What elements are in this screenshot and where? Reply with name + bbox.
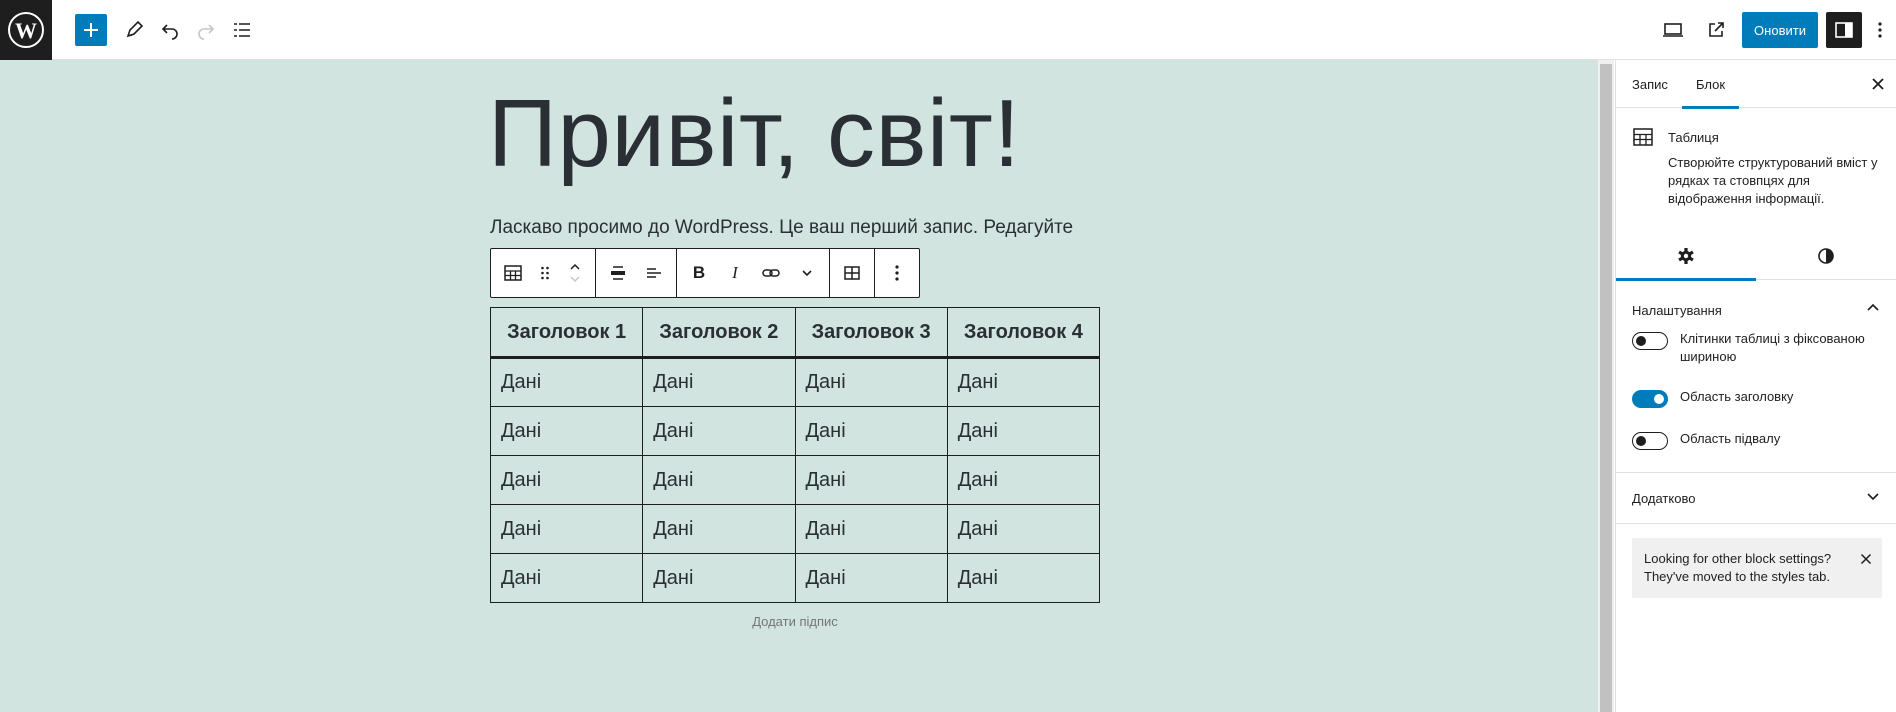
header-section-toggle-row: Область заголовку: [1632, 388, 1892, 408]
settings-panel-title: Налаштування: [1632, 302, 1722, 318]
wide-align-icon[interactable]: [600, 249, 636, 297]
table-cell[interactable]: Дані: [489, 504, 644, 554]
table-cell[interactable]: Дані: [946, 504, 1101, 554]
table-cell[interactable]: Дані: [946, 455, 1101, 505]
settings-panel-header[interactable]: Налаштування: [1616, 286, 1896, 334]
table-caption-placeholder[interactable]: Додати підпис: [490, 614, 1100, 629]
canvas-scrollbar[interactable]: [1598, 60, 1614, 712]
editor-top-bar: W Оновити: [0, 0, 1896, 60]
chevron-down-icon: [1865, 488, 1881, 507]
table-cell[interactable]: Дані: [794, 504, 948, 554]
panel-divider: [1616, 523, 1896, 524]
block-type-group: [491, 249, 596, 297]
block-toolbar: B I: [490, 248, 920, 298]
panel-divider: [1616, 472, 1896, 473]
more-formats-chevron-down-icon[interactable]: [789, 249, 825, 297]
table-row: Дані Дані Дані Дані: [489, 504, 1101, 554]
table-cell[interactable]: Дані: [489, 553, 644, 603]
link-icon[interactable]: [753, 249, 789, 297]
edit-table-icon[interactable]: [834, 249, 870, 297]
block-card-title: Таблиця: [1668, 130, 1719, 145]
table-cell[interactable]: Дані: [489, 455, 644, 505]
table-header-row: Заголовок 1 Заголовок 2 Заголовок 3 Заго…: [489, 307, 1101, 359]
table-cell[interactable]: Дані: [946, 553, 1101, 603]
tab-block[interactable]: Блок: [1682, 60, 1740, 109]
table-cell[interactable]: Дані: [642, 504, 796, 554]
styles-moved-notice: Looking for other block settings? They'v…: [1632, 538, 1882, 598]
preview-desktop-icon[interactable]: [1655, 12, 1691, 48]
fixed-width-cells-toggle[interactable]: [1632, 332, 1668, 350]
table-cell[interactable]: Дані: [946, 406, 1101, 456]
table-row: Дані Дані Дані Дані: [489, 357, 1101, 407]
alignment-group: [596, 249, 677, 297]
header-section-label: Область заголовку: [1680, 389, 1794, 404]
italic-icon[interactable]: I: [717, 249, 753, 297]
settings-sidebar: Запис Блок Таблиця Створюйте структурова…: [1615, 60, 1896, 712]
table-header-cell[interactable]: Заголовок 3: [794, 307, 948, 359]
bold-icon[interactable]: B: [681, 249, 717, 297]
table-edit-group: [830, 249, 875, 297]
format-group: B I: [677, 249, 830, 297]
footer-section-toggle-row: Область підвалу: [1632, 430, 1892, 450]
document-overview-icon[interactable]: [224, 12, 260, 48]
table-cell[interactable]: Дані: [946, 357, 1101, 407]
table-row: Дані Дані Дані Дані: [489, 406, 1101, 456]
edit-tool-pencil-icon[interactable]: [116, 12, 152, 48]
update-button[interactable]: Оновити: [1742, 12, 1818, 48]
footer-section-toggle[interactable]: [1632, 432, 1668, 450]
scrollbar-thumb[interactable]: [1600, 64, 1612, 712]
footer-section-label: Область підвалу: [1680, 431, 1781, 446]
add-block-button[interactable]: [75, 14, 107, 46]
table-cell[interactable]: Дані: [642, 357, 796, 407]
table-cell[interactable]: Дані: [642, 553, 796, 603]
wordpress-logo-icon[interactable]: W: [0, 0, 52, 60]
notice-text: Looking for other block settings? They'v…: [1644, 551, 1832, 584]
more-options-icon[interactable]: [1866, 12, 1894, 48]
header-section-toggle[interactable]: [1632, 390, 1668, 408]
table-cell[interactable]: Дані: [642, 406, 796, 456]
view-post-external-icon[interactable]: [1698, 12, 1734, 48]
post-paragraph[interactable]: Ласкаво просимо до WordPress. Це ваш пер…: [490, 217, 1073, 239]
table-row: Дані Дані Дані Дані: [489, 455, 1101, 505]
fixed-width-toggle-row: Клітинки таблиці з фіксованою шириною: [1632, 330, 1892, 366]
move-up-down-icon[interactable]: [559, 249, 591, 297]
settings-sidebar-toggle-icon[interactable]: [1826, 12, 1862, 48]
table-cell[interactable]: Дані: [794, 357, 948, 407]
post-title[interactable]: Привіт, світ!: [488, 86, 1020, 182]
data-table: Заголовок 1 Заголовок 2 Заголовок 3 Заго…: [489, 307, 1101, 603]
advanced-panel-header[interactable]: Додатково: [1616, 474, 1896, 522]
text-align-left-icon[interactable]: [636, 249, 672, 297]
undo-icon[interactable]: [152, 12, 188, 48]
sidebar-tabs: Запис Блок: [1616, 60, 1896, 109]
table-header-cell[interactable]: Заголовок 1: [489, 307, 644, 359]
tab-post[interactable]: Запис: [1632, 60, 1668, 108]
table-cell[interactable]: Дані: [489, 357, 644, 407]
table-cell[interactable]: Дані: [642, 455, 796, 505]
block-options-group: [875, 249, 919, 297]
table-header-cell[interactable]: Заголовок 2: [642, 307, 796, 359]
tab-styles-contrast-icon[interactable]: [1756, 232, 1896, 280]
close-sidebar-icon[interactable]: [1864, 70, 1892, 98]
block-inspector-tabs: [1616, 232, 1896, 281]
drag-handle-icon[interactable]: [531, 249, 559, 297]
svg-text:W: W: [15, 18, 37, 43]
table-cell[interactable]: Дані: [489, 406, 644, 456]
table-cell[interactable]: Дані: [794, 553, 948, 603]
block-card-description: Створюйте структурований вміст у рядках …: [1668, 155, 1878, 206]
table-cell[interactable]: Дані: [794, 455, 948, 505]
table-header-cell[interactable]: Заголовок 4: [946, 307, 1101, 359]
redo-icon[interactable]: [188, 12, 224, 48]
dismiss-notice-close-icon[interactable]: [1860, 552, 1872, 570]
block-options-icon[interactable]: [879, 249, 915, 297]
table-block[interactable]: Заголовок 1 Заголовок 2 Заголовок 3 Заго…: [489, 307, 1101, 603]
table-cell[interactable]: Дані: [794, 406, 948, 456]
tab-settings-gear-icon[interactable]: [1616, 232, 1756, 281]
table-row: Дані Дані Дані Дані: [489, 553, 1101, 603]
table-block-icon[interactable]: [495, 249, 531, 297]
table-block-icon: [1632, 126, 1654, 153]
advanced-panel-title: Додатково: [1632, 490, 1696, 506]
fixed-width-cells-label: Клітинки таблиці з фіксованою шириною: [1680, 331, 1865, 364]
chevron-up-icon: [1865, 300, 1881, 319]
